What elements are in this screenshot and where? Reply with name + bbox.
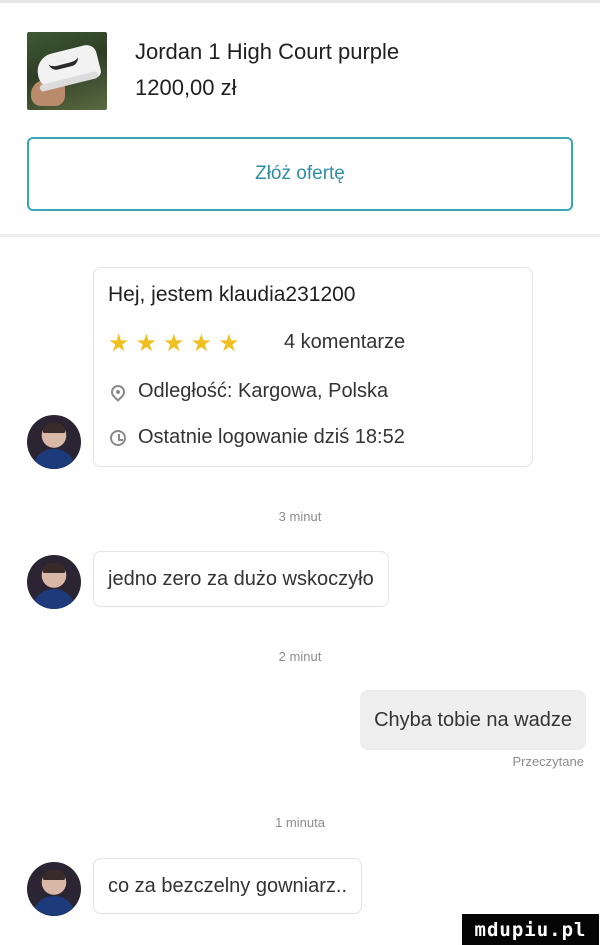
- star-icon: ★: [108, 330, 130, 357]
- message-bubble-outgoing: Chyba tobie na wadze: [360, 690, 586, 750]
- avatar[interactable]: [27, 862, 81, 916]
- listing-price: 1200,00 zł: [135, 75, 237, 100]
- star-icon: ★: [163, 330, 185, 357]
- site-watermark: mdupiu.pl: [462, 914, 599, 945]
- last-login-text: Ostatnie logowanie dziś 18:52: [138, 426, 405, 448]
- product-thumbnail[interactable]: [27, 32, 107, 110]
- section-divider: [0, 234, 600, 237]
- clock-icon: [108, 428, 128, 448]
- make-offer-button[interactable]: Złóż ofertę: [27, 137, 573, 211]
- star-icon: ★: [135, 330, 158, 357]
- read-status: Przeczytane: [512, 754, 584, 769]
- message-bubble-incoming: jedno zero za dużo wskoczyło: [93, 551, 389, 607]
- location-pin-icon: [108, 381, 128, 402]
- message-time: 1 minuta: [275, 815, 325, 830]
- listing-header[interactable]: Jordan 1 High Court purple 1200,00 zł: [27, 32, 587, 112]
- location-row: Odległość: Kargowa, Polska: [108, 380, 388, 403]
- comments-count[interactable]: 4 komentarze: [284, 331, 405, 354]
- rating-stars: ★ ★ ★ ★ ★: [108, 331, 240, 357]
- message-time: 3 minut: [278, 509, 322, 524]
- profile-greeting: Hej, jestem klaudia231200: [108, 283, 356, 306]
- listing-title: Jordan 1 High Court purple: [135, 39, 400, 64]
- message-bubble-incoming: co za bezczelny gowniarz..: [93, 858, 363, 914]
- star-icon: ★: [218, 330, 240, 357]
- top-border: [0, 0, 600, 3]
- star-icon: ★: [190, 330, 213, 357]
- message-time: 2 minut: [278, 649, 322, 664]
- avatar[interactable]: [27, 415, 81, 469]
- location-text: Odległość: Kargowa, Polska: [138, 380, 389, 402]
- avatar[interactable]: [27, 555, 81, 609]
- last-login-row: Ostatnie logowanie dziś 18:52: [108, 426, 405, 449]
- profile-card[interactable]: Hej, jestem klaudia231200 ★ ★ ★ ★ ★ 4 ko…: [93, 267, 533, 467]
